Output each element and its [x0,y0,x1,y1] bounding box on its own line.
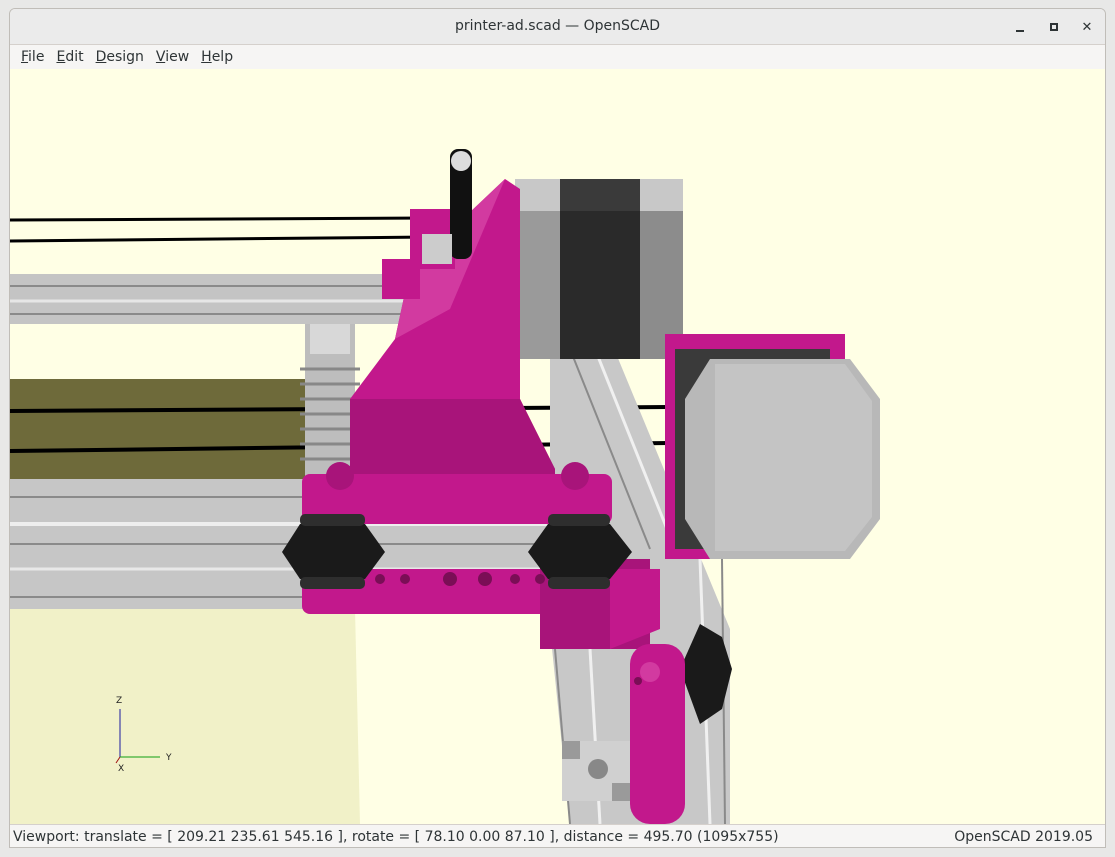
openscad-window: printer-ad.scad — OpenSCAD ✕ File Edit D… [9,8,1106,848]
menu-help-mnemonic: H [201,49,212,65]
belt-clamp-arm [422,149,472,264]
extrusion-upper [10,274,430,324]
bed-plate-shadow [10,379,350,489]
extrusion-end-profile [562,741,630,801]
3d-viewport[interactable]: Z Y X [10,69,1105,824]
menu-edit[interactable]: Edit [50,49,89,65]
belt-top-2 [10,235,431,243]
minimize-button[interactable] [1010,17,1030,37]
axis-label-x: X [118,764,124,774]
menu-view[interactable]: View [150,49,195,65]
menu-bar: File Edit Design View Help [10,45,1105,69]
stepper-motor-right [665,334,880,559]
belt-top-1 [10,216,431,222]
menu-help-label: elp [211,49,234,65]
close-button[interactable]: ✕ [1077,17,1097,37]
status-bar: Viewport: translate = [ 209.21 235.61 54… [10,824,1105,847]
menu-edit-label: dit [65,49,84,65]
menu-design-label: esign [106,49,144,65]
menu-help[interactable]: Help [195,49,239,65]
window-title: printer-ad.scad — OpenSCAD [454,18,661,34]
model-render: Z Y X [10,149,880,824]
axis-label-y: Y [165,753,172,763]
menu-file[interactable]: File [15,49,50,65]
menu-file-label: ile [28,49,45,65]
axis-label-z: Z [116,696,122,706]
bed-plate-lower [10,609,360,824]
version-label: OpenSCAD 2019.05 [954,829,1093,845]
title-bar: printer-ad.scad — OpenSCAD ✕ [10,9,1105,45]
menu-file-mnemonic: F [21,49,29,65]
menu-design[interactable]: Design [90,49,150,65]
maximize-button[interactable] [1044,17,1064,37]
lower-link [630,644,685,824]
stepper-motor-top [515,179,683,359]
menu-view-label: iew [165,49,190,65]
menu-view-mnemonic: V [155,49,166,65]
menu-design-mnemonic: D [95,49,107,65]
menu-edit-mnemonic: E [56,49,66,65]
viewport-status: Viewport: translate = [ 209.21 235.61 54… [13,829,779,845]
maximize-icon [1050,23,1058,31]
minimize-icon [1016,30,1024,32]
close-icon: ✕ [1081,19,1093,35]
